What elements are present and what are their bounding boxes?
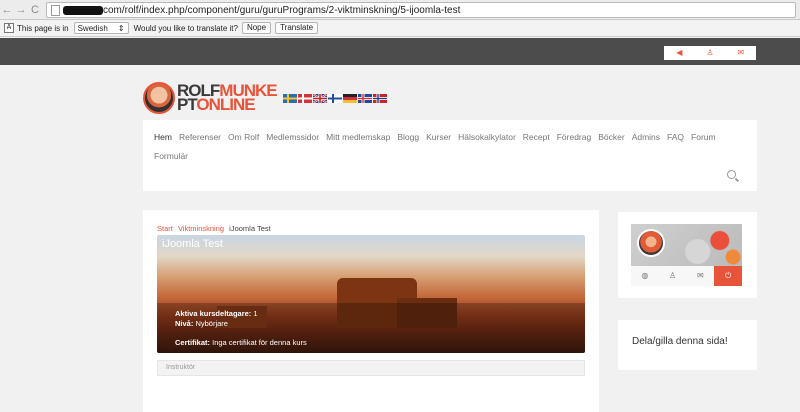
url-text: com/rolf/index.php/component/guru/guruPr… <box>103 4 461 16</box>
language-select[interactable]: Swedish ⇕ <box>73 22 129 34</box>
main-navigation: Hem Referenser Om Rolf Medlemssidor Mitt… <box>143 120 757 191</box>
url-field[interactable]: com/rolf/index.php/component/guru/guruPr… <box>46 2 796 18</box>
flag-sweden-icon[interactable] <box>282 93 297 103</box>
logo-online: ONLINE <box>196 95 255 114</box>
nav-row-2: Formulär <box>154 151 188 161</box>
breadcrumb-current: iJoomla Test <box>229 224 271 233</box>
active-participants: Aktiva kursdeltagare: 1 <box>175 309 258 318</box>
course-hero-image: iJoomla Test Aktiva kursdeltagare: 1 Niv… <box>157 235 585 353</box>
cert-value: Inga certifikat för denna kurs <box>212 338 307 347</box>
mail-icon[interactable]: ✉ <box>686 266 715 286</box>
cert-label: Certifikat: <box>175 338 211 347</box>
translate-prefix: This page is in <box>17 23 69 33</box>
level-label: Nivå: <box>175 319 194 328</box>
share-widget: Dela/gilla denna sida! <box>618 320 757 370</box>
browser-address-bar: ← → C com/rolf/index.php/component/guru/… <box>0 0 800 20</box>
nav-item-forum[interactable]: Forum <box>691 132 716 142</box>
course-info: Aktiva kursdeltagare: 1 Nivå: Nybörjare … <box>157 303 585 353</box>
share-title: Dela/gilla denna sida! <box>632 336 728 347</box>
nope-button[interactable]: Nope <box>241 22 272 34</box>
course-title: iJoomla Test <box>162 238 223 250</box>
breadcrumb-start[interactable]: Start <box>157 224 173 233</box>
translate-button[interactable]: Translate <box>275 22 319 34</box>
course-panel: Start Viktminskning iJoomla Test iJoomla… <box>143 210 599 412</box>
flag-denmark-icon[interactable] <box>297 93 312 103</box>
nav-item-foredrag[interactable]: Föredrag <box>557 132 592 142</box>
active-value: 1 <box>253 309 258 318</box>
language-flags <box>282 93 387 103</box>
nav-item-hem[interactable]: Hem <box>154 132 172 142</box>
translate-bar: A This page is in Swedish ⇕ Would you li… <box>0 20 800 37</box>
back-icon[interactable]: ← <box>0 2 14 18</box>
logo-pt: PT <box>177 95 197 114</box>
search-icon[interactable] <box>727 170 736 179</box>
tab-instructor[interactable]: Instruktör <box>157 360 585 376</box>
mail-icon[interactable]: ✉ <box>725 46 756 60</box>
course-certificate: Certifikat: Inga certifikat för denna ku… <box>175 338 307 347</box>
megaphone-icon[interactable]: ◀ <box>664 46 695 60</box>
nav-item-medlemssidor[interactable]: Medlemssidor <box>266 132 319 142</box>
nav-item-recept[interactable]: Recept <box>523 132 550 142</box>
nav-item-faq[interactable]: FAQ <box>667 132 684 142</box>
nav-item-mitt-medlemskap[interactable]: Mitt medlemskap <box>326 132 390 142</box>
forward-icon[interactable]: → <box>14 2 28 18</box>
logo-avatar <box>143 82 175 114</box>
nav-item-halsokalkylator[interactable]: Hälsokalkylator <box>458 132 516 142</box>
globe-icon[interactable]: ◍ <box>631 266 659 286</box>
nav-item-admins[interactable]: Admins <box>632 132 660 142</box>
flag-iceland-icon[interactable] <box>357 93 372 103</box>
power-icon[interactable]: ⏻ <box>714 266 742 286</box>
nav-item-referenser[interactable]: Referenser <box>179 132 221 142</box>
flag-norway-icon[interactable] <box>372 93 387 103</box>
breadcrumb: Start Viktminskning iJoomla Test <box>157 224 271 233</box>
breadcrumb-viktminskning[interactable]: Viktminskning <box>178 224 224 233</box>
site-logo[interactable]: ROLFMUNKE PTONLINE <box>143 82 387 114</box>
course-level: Nivå: Nybörjare <box>175 319 228 328</box>
translate-icon: A <box>4 23 14 33</box>
redacted-domain <box>63 5 103 15</box>
nav-item-formular[interactable]: Formulär <box>154 151 188 161</box>
translate-question: Would you like to translate it? <box>133 23 238 33</box>
select-arrows-icon: ⇕ <box>117 23 125 33</box>
flag-germany-icon[interactable] <box>342 93 357 103</box>
reload-icon[interactable]: C <box>28 2 42 18</box>
active-label: Aktiva kursdeltagare: <box>175 309 252 318</box>
flag-uk-icon[interactable] <box>312 93 327 103</box>
users-icon[interactable]: ♙ <box>695 46 726 60</box>
nav-item-om-rolf[interactable]: Om Rolf <box>228 132 259 142</box>
nav-item-kurser[interactable]: Kurser <box>426 132 451 142</box>
nav-row-1: Hem Referenser Om Rolf Medlemssidor Mitt… <box>154 132 716 142</box>
flag-finland-icon[interactable] <box>327 93 342 103</box>
page-icon <box>51 4 60 16</box>
nav-item-bocker[interactable]: Böcker <box>598 132 624 142</box>
user-actions: ◍ ♙ ✉ ⏻ <box>631 266 742 286</box>
top-icon-bar: ◀ ♙ ✉ <box>664 46 756 60</box>
logo-text: ROLFMUNKE PTONLINE <box>177 82 278 114</box>
avatar[interactable] <box>637 229 665 257</box>
nav-item-blogg[interactable]: Blogg <box>397 132 419 142</box>
language-value: Swedish <box>77 23 108 33</box>
user-widget: ◍ ♙ ✉ ⏻ <box>618 212 757 298</box>
users-icon[interactable]: ♙ <box>658 266 687 286</box>
level-value: Nybörjare <box>195 319 228 328</box>
